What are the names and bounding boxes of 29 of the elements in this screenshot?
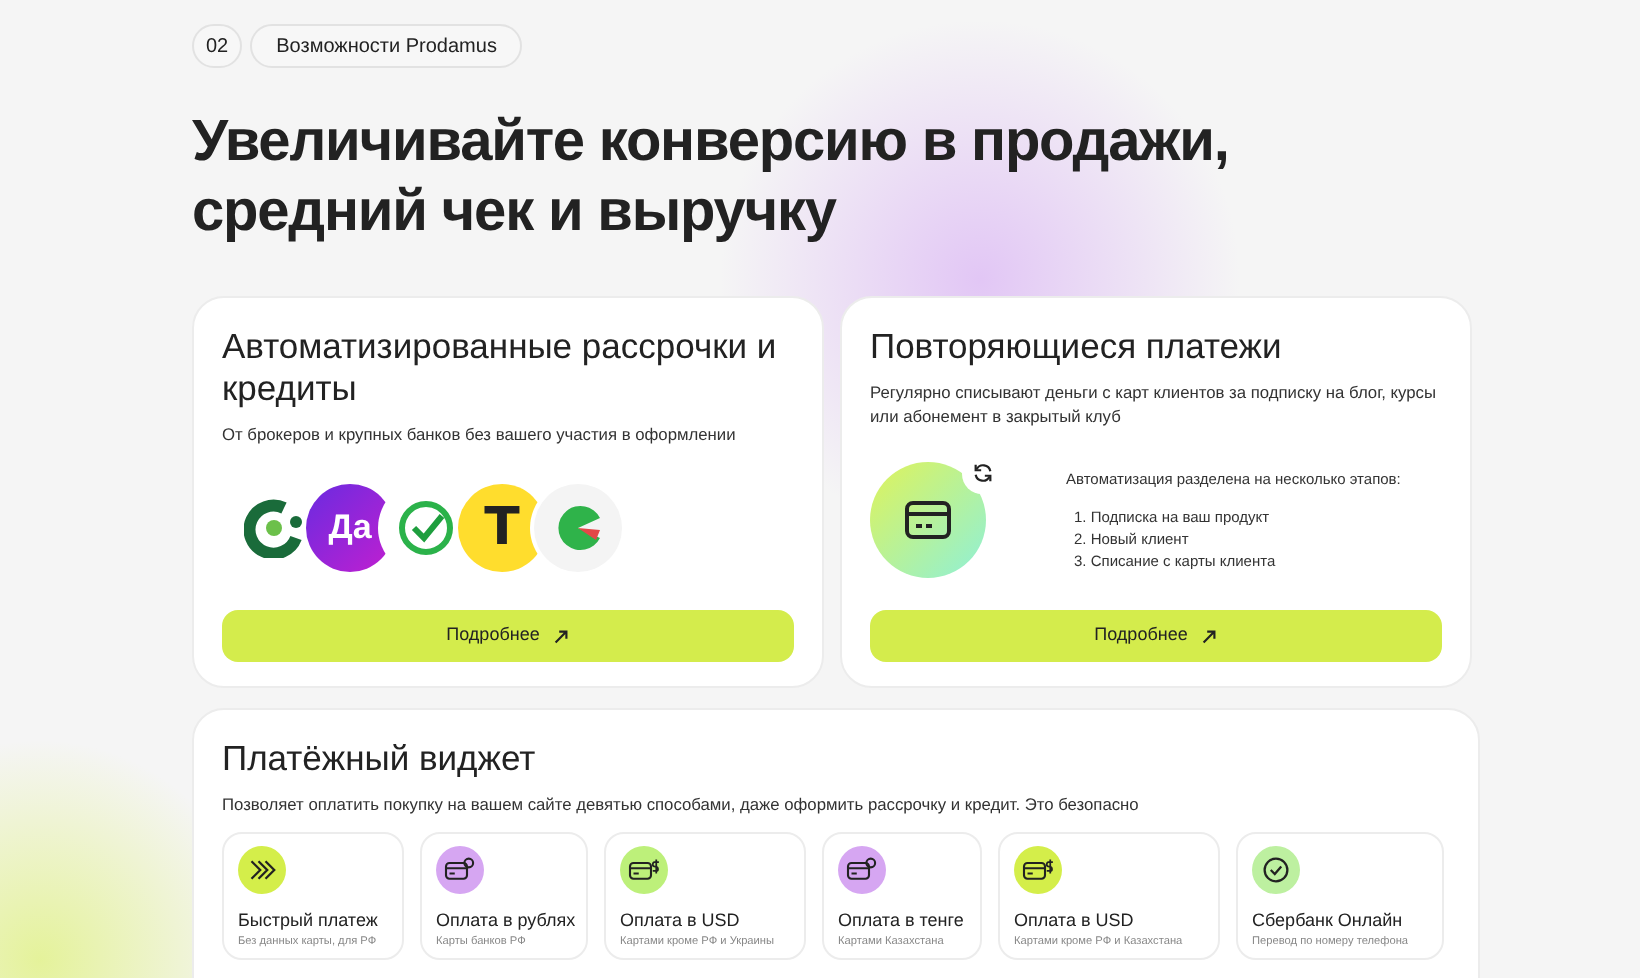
card-coin-icon (444, 856, 476, 884)
method-title: Оплата в USD (620, 910, 742, 932)
arrow-icon (551, 627, 570, 645)
logo-text: Да (328, 506, 372, 551)
card-dollar-icon (1022, 856, 1054, 884)
card-description: Регулярно списывают деньги с карт клиентов за подписку на блог, курсы или абонемент в закрытый клуб (870, 380, 1438, 428)
check-circle-icon (1260, 856, 1292, 884)
more-button[interactable]: Подробнее (222, 610, 794, 662)
card-coin-icon (846, 856, 878, 884)
more-button[interactable]: Подробнее (870, 610, 1442, 662)
arrow-icon (1199, 627, 1218, 645)
method-title: Оплата в тенге (838, 910, 966, 932)
card-title: Платёжный виджет (222, 738, 538, 780)
card-title: Повторяющиеся платежи (870, 326, 1284, 368)
card-description: Позволяет оплатить покупку на вашем сайте девятью способами, даже оформить рассрочку и кредит. Это безопасно (222, 792, 1141, 816)
method-title: Оплата в USD (1014, 910, 1136, 932)
method-title: Быстрый платеж (238, 910, 380, 932)
card-dollar-icon (628, 856, 660, 884)
credit-card-icon (904, 499, 952, 539)
section-number: 02 (192, 24, 243, 68)
logo-text: Т (484, 495, 520, 561)
section-label: Возможности Prodamus (250, 24, 523, 68)
chevrons-icon (246, 856, 278, 884)
method-title: Оплата в рублях (436, 910, 572, 932)
method-title: Сбербанк Онлайн (1252, 910, 1405, 932)
card-description: От брокеров и крупных банков без вашего участия в оформлении (222, 422, 738, 446)
pie-logo-icon (534, 484, 622, 572)
page-heading: Увеличивайте конверсию в продажи, средний чек и выручку (192, 108, 1231, 248)
card-title: Автоматизированные рассрочки и кредиты (222, 326, 779, 410)
